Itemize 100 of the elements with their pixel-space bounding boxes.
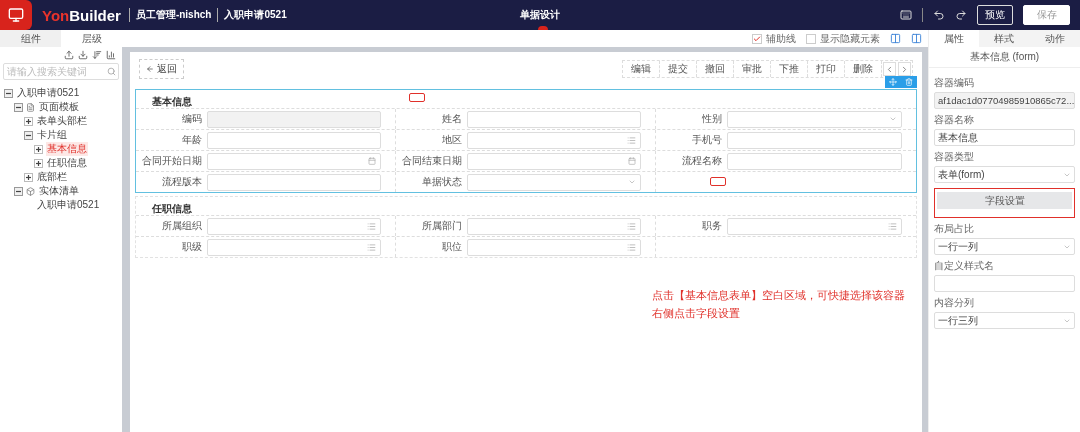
field-label: 合同开始日期 xyxy=(141,154,202,168)
input-field[interactable] xyxy=(727,110,902,128)
back-button[interactable]: 返回 xyxy=(139,59,184,79)
field-settings-button[interactable]: 字段设置 xyxy=(937,192,1072,209)
chevron-right-icon xyxy=(900,64,909,74)
panel-tab[interactable]: 动作 xyxy=(1029,30,1080,47)
select-field[interactable]: 一行三列 xyxy=(934,312,1075,329)
field-label: 单据状态 xyxy=(421,175,462,189)
next-button[interactable] xyxy=(898,62,911,76)
prev-button[interactable] xyxy=(883,62,896,76)
delete-icon[interactable] xyxy=(905,78,913,86)
columns-icon[interactable] xyxy=(911,33,922,44)
breadcrumb[interactable]: 员工管理-nishch xyxy=(128,8,218,22)
property-label: 容器编码 xyxy=(934,76,974,90)
field-label: 姓名 xyxy=(441,112,462,126)
property-label: 自定义样式名 xyxy=(934,259,994,273)
expand-icon[interactable] xyxy=(34,158,43,168)
input-field[interactable] xyxy=(467,110,641,128)
property-label: 内容分列 xyxy=(934,296,974,310)
checkbox[interactable] xyxy=(806,33,816,44)
input-field[interactable] xyxy=(207,131,381,149)
sort-icon[interactable] xyxy=(92,50,102,60)
input-field[interactable]: af1dac1d07704985910865c72... xyxy=(934,92,1075,109)
field-label: 所属部门 xyxy=(421,219,462,233)
panel-tab[interactable]: 组件 xyxy=(0,30,61,47)
input-field[interactable] xyxy=(727,217,902,235)
collapse-icon[interactable] xyxy=(14,102,23,112)
input-field[interactable] xyxy=(207,152,381,170)
input-field[interactable] xyxy=(207,110,381,128)
highlight-marker xyxy=(409,93,425,102)
chevron-down-icon xyxy=(628,178,636,186)
input-field[interactable] xyxy=(727,131,902,149)
preview-button[interactable]: 预览 xyxy=(977,5,1013,25)
tree-item[interactable]: 底部栏 xyxy=(36,170,68,184)
list-icon xyxy=(627,135,636,145)
expand-icon[interactable] xyxy=(24,172,33,182)
property-label: 容器名称 xyxy=(934,113,974,127)
input-field[interactable] xyxy=(207,217,381,235)
property-label: 布局占比 xyxy=(934,222,974,236)
field-label: 性别 xyxy=(701,112,722,126)
tree-item[interactable]: 任职信息 xyxy=(46,156,88,170)
page-title: 单据设计 xyxy=(520,8,560,22)
redo-icon[interactable] xyxy=(955,9,967,21)
field-label: 职级 xyxy=(181,240,202,254)
tree-item[interactable]: 入职申请0521 xyxy=(36,198,101,212)
collapse-icon[interactable] xyxy=(4,88,13,98)
panel-tab[interactable]: 样式 xyxy=(979,30,1030,47)
input-field[interactable] xyxy=(467,173,641,191)
breadcrumb[interactable]: 入职申请0521 xyxy=(217,8,293,22)
search-icon[interactable] xyxy=(107,67,116,76)
checkbox[interactable] xyxy=(752,33,762,44)
tree-item[interactable]: 表单头部栏 xyxy=(36,114,88,128)
annotation-text: 右侧点击字段设置 xyxy=(652,306,741,321)
search-field[interactable]: 请输入搜索关键词 xyxy=(3,63,119,80)
input-field[interactable] xyxy=(467,238,641,256)
annotation-text: 点击【基本信息表单】空白区域，可快捷选择该容器 xyxy=(652,288,906,303)
tree-item[interactable]: 卡片组 xyxy=(36,128,68,142)
field-label: 流程版本 xyxy=(161,175,202,189)
tree-item[interactable]: 页面模板 xyxy=(38,100,80,114)
upload-icon[interactable] xyxy=(64,50,74,60)
input-field[interactable] xyxy=(727,152,902,170)
move-icon[interactable] xyxy=(889,78,897,86)
input-field[interactable]: 基本信息 xyxy=(934,129,1075,146)
calendar-icon xyxy=(628,157,636,165)
tree-item[interactable]: 实体清单 xyxy=(38,184,80,198)
input-field[interactable] xyxy=(207,173,381,191)
collapse-icon[interactable] xyxy=(14,186,23,196)
input-field[interactable] xyxy=(934,275,1075,292)
chevron-left-icon xyxy=(885,64,894,74)
input-field[interactable] xyxy=(467,217,641,235)
input-field[interactable] xyxy=(207,238,381,256)
panel-title: 基本信息 (form) xyxy=(929,47,1080,68)
list-icon xyxy=(888,221,897,231)
bar-chart-icon[interactable] xyxy=(106,50,116,60)
field-label: 合同结束日期 xyxy=(401,154,462,168)
select-field[interactable]: 表单(form) xyxy=(934,166,1075,183)
calendar-icon xyxy=(368,157,376,165)
expand-icon[interactable] xyxy=(24,116,33,126)
tree-item[interactable]: 入职申请0521 xyxy=(16,86,81,100)
tree-item[interactable]: 基本信息 xyxy=(46,142,88,156)
expand-icon[interactable] xyxy=(34,144,43,154)
collapse-icon[interactable] xyxy=(24,130,33,140)
box-icon xyxy=(26,186,35,196)
field-label: 年龄 xyxy=(181,133,202,147)
form-section[interactable]: 基本信息 编码 姓名 性别 年龄 地区 手机号 合同开始日期 合同结束日期 流程名称 流程版本 单据状态 xyxy=(135,89,917,193)
logo: YonBuilder xyxy=(42,6,121,24)
keyboard-icon[interactable] xyxy=(900,9,912,21)
form-section[interactable]: 任职信息 所属组织 所属部门 职务 职级 职位 xyxy=(135,196,917,258)
columns-icon[interactable] xyxy=(890,33,901,44)
undo-icon[interactable] xyxy=(933,9,945,21)
list-icon xyxy=(367,242,376,252)
download-icon[interactable] xyxy=(78,50,88,60)
field-label: 手机号 xyxy=(691,133,722,147)
input-field[interactable] xyxy=(467,152,641,170)
field-label: 职位 xyxy=(441,240,462,254)
input-field[interactable] xyxy=(467,131,641,149)
select-field[interactable]: 一行一列 xyxy=(934,238,1075,255)
field-label: 流程名称 xyxy=(681,154,722,168)
field-label: 所属组织 xyxy=(161,219,202,233)
section-title: 基本信息 xyxy=(152,95,192,108)
